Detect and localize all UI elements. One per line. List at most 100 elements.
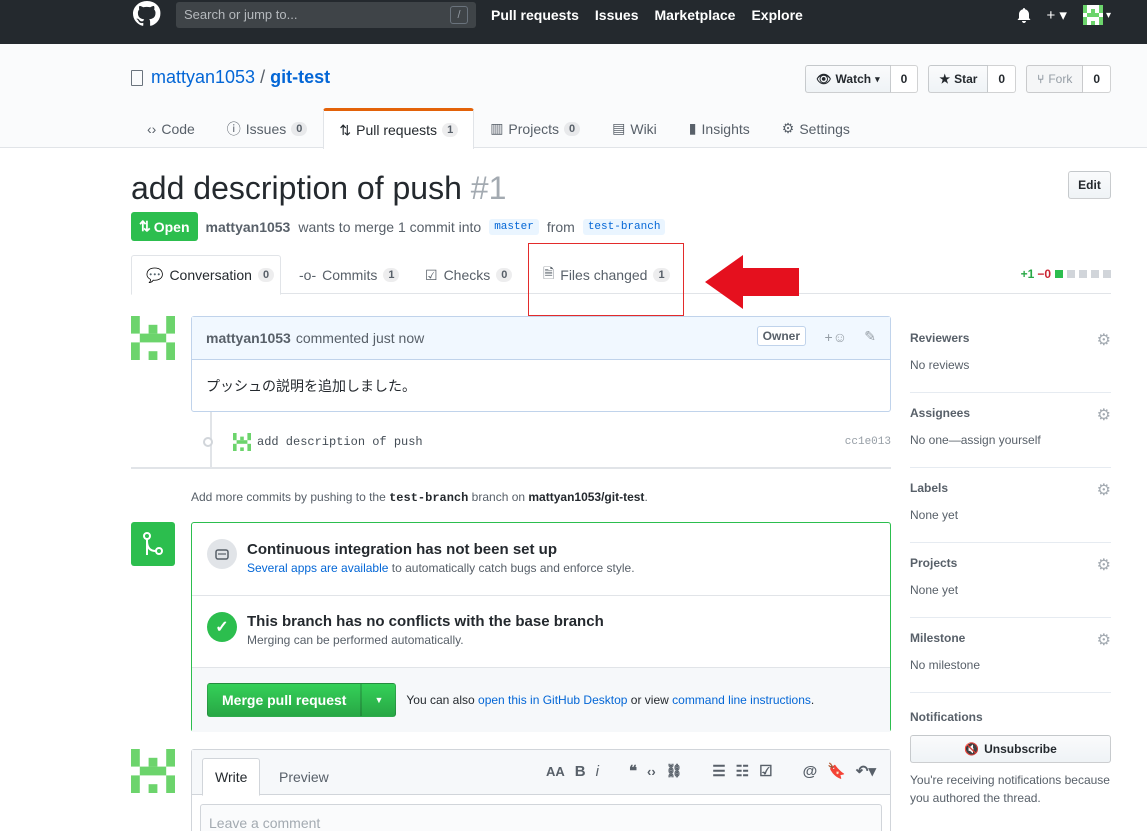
- merge-method-dropdown[interactable]: ▼: [361, 683, 397, 717]
- sidebar-value: No milestone: [910, 658, 981, 672]
- fork-count[interactable]: 0: [1083, 65, 1111, 93]
- diff-deletions: −0: [1037, 267, 1051, 281]
- nav-marketplace[interactable]: Marketplace: [655, 7, 736, 23]
- commit-sha-link[interactable]: cc1e013: [845, 436, 891, 448]
- unsubscribe-button[interactable]: 🔇 Unsubscribe: [910, 735, 1111, 763]
- new-comment-box: Write Preview AA B i ❝ ‹› ⛓ ☰ ☷ ☑ @ 🔖 ↶▾…: [191, 749, 891, 831]
- command-line-link[interactable]: command line instructions: [672, 693, 811, 707]
- tab-commits[interactable]: -o- Commits 1: [299, 255, 400, 295]
- user-menu[interactable]: ▾: [1082, 5, 1111, 25]
- status-badge: ⇅ Open: [131, 212, 198, 241]
- nav-pull-requests[interactable]: Pull requests: [491, 7, 579, 23]
- repo-owner-link[interactable]: mattyan1053: [151, 67, 255, 88]
- bell-icon[interactable]: [1017, 7, 1031, 23]
- book-icon: ▤: [612, 120, 626, 136]
- text: .: [644, 490, 648, 504]
- diffstat: +1 −0: [1021, 267, 1111, 281]
- head-branch[interactable]: test-branch: [582, 218, 666, 235]
- commit-icon: [203, 437, 213, 447]
- sidebar-heading: Notifications: [910, 710, 983, 724]
- sidebar-item-milestone: Milestone No milestone ⚙: [910, 618, 1111, 693]
- comment-header: mattyan1053 commented just now Owner +☺ …: [192, 317, 890, 360]
- merge-pull-request-button[interactable]: Merge pull request: [207, 683, 362, 717]
- fork-group: ⑂ Fork 0: [1026, 65, 1111, 93]
- project-icon: ▥: [490, 120, 504, 136]
- nav-issues[interactable]: Issues: [595, 7, 639, 23]
- github-desktop-link[interactable]: open this in GitHub Desktop: [478, 693, 627, 707]
- ordered-list-icon[interactable]: ☷: [736, 762, 749, 780]
- bold-icon[interactable]: B: [575, 763, 586, 780]
- tab-settings[interactable]: ⚙ Settings: [766, 108, 866, 148]
- ci-apps-link[interactable]: Several apps are available: [247, 561, 388, 575]
- gear-icon[interactable]: ⚙: [1097, 630, 1111, 650]
- comment: mattyan1053 commented just now Owner +☺ …: [191, 316, 891, 412]
- sidebar-heading: Labels: [910, 481, 949, 495]
- pr-author-link[interactable]: mattyan1053: [206, 219, 291, 235]
- task-list-icon[interactable]: ☑: [759, 762, 772, 780]
- github-logo-icon[interactable]: [131, 0, 163, 28]
- merge-footer: Merge pull request ▼ You can also open t…: [192, 668, 890, 732]
- fork-button[interactable]: ⑂ Fork: [1026, 65, 1084, 93]
- annotation-arrow-icon: [705, 255, 799, 309]
- sidebar: Reviewers No reviews ⚙ Assignees No one—…: [910, 318, 1111, 807]
- diff-additions: +1: [1020, 267, 1035, 281]
- comment-textarea[interactable]: Leave a comment: [200, 804, 882, 831]
- search-input[interactable]: Search or jump to... /: [176, 2, 476, 28]
- nav-explore[interactable]: Explore: [751, 7, 802, 23]
- unsubscribe-label: Unsubscribe: [984, 742, 1057, 756]
- tab-preview[interactable]: Preview: [267, 758, 341, 796]
- global-nav: Pull requests Issues Marketplace Explore: [491, 7, 803, 23]
- avatar[interactable]: [131, 316, 175, 360]
- tab-write[interactable]: Write: [202, 758, 261, 796]
- unordered-list-icon[interactable]: ☰: [712, 762, 725, 780]
- tab-checks[interactable]: ☑ Checks 0: [425, 255, 513, 295]
- sidebar-heading: Projects: [910, 556, 958, 570]
- star-count[interactable]: 0: [988, 65, 1017, 93]
- edit-button[interactable]: Edit: [1068, 171, 1111, 199]
- timeline-divider: [131, 467, 891, 469]
- tab-issues[interactable]: ⓘ Issues 0: [211, 108, 324, 148]
- link-icon[interactable]: ⛓: [666, 763, 683, 779]
- plus-dropdown-icon[interactable]: + ▾: [1047, 6, 1067, 24]
- tab-wiki[interactable]: ▤ Wiki: [596, 108, 673, 148]
- repo-name: mattyan1053/git-test: [528, 490, 645, 504]
- header-icon[interactable]: AA: [546, 764, 565, 779]
- base-branch[interactable]: master: [489, 218, 539, 235]
- tab-conversation[interactable]: 💬 Conversation 0: [131, 255, 281, 295]
- star-button[interactable]: ★ Star: [928, 65, 989, 93]
- quote-icon[interactable]: ❝: [629, 762, 637, 780]
- italic-icon[interactable]: i: [596, 763, 599, 780]
- gear-icon[interactable]: ⚙: [1097, 480, 1111, 500]
- commit-message-link[interactable]: add description of push: [257, 435, 423, 449]
- chevron-down-icon: ▾: [875, 73, 880, 84]
- ci-title: Continuous integration has not been set …: [247, 541, 557, 558]
- bookmark-icon[interactable]: 🔖: [827, 762, 846, 780]
- gear-icon[interactable]: ⚙: [1097, 330, 1111, 350]
- add-reaction-icon[interactable]: +☺: [825, 329, 847, 345]
- avatar[interactable]: [131, 749, 175, 793]
- tab-code[interactable]: ‹› Code: [131, 108, 211, 148]
- search-placeholder: Search or jump to...: [184, 7, 298, 22]
- tab-label: Settings: [799, 120, 850, 137]
- code-icon[interactable]: ‹›: [647, 764, 656, 779]
- watch-button[interactable]: 👁 Watch ▾: [805, 65, 891, 93]
- add-more-commits-text: Add more commits by pushing to the test-…: [191, 490, 648, 505]
- tab-insights[interactable]: ▮ Insights: [673, 108, 766, 148]
- identicon-icon: [131, 316, 175, 360]
- gear-icon[interactable]: ⚙: [1097, 405, 1111, 425]
- tab-pull-requests[interactable]: ⇅ Pull requests 1: [323, 108, 475, 149]
- repo-name-link[interactable]: git-test: [270, 67, 330, 88]
- pencil-icon[interactable]: ✎: [864, 328, 876, 345]
- tab-label: Issues: [245, 120, 287, 137]
- commit-row: add description of push cc1e013: [203, 430, 891, 454]
- watch-count[interactable]: 0: [890, 65, 919, 93]
- gear-icon[interactable]: ⚙: [1097, 555, 1111, 575]
- sidebar-value[interactable]: No one—assign yourself: [910, 433, 1111, 447]
- diffstat-block: [1055, 270, 1063, 278]
- mention-icon[interactable]: @: [803, 763, 818, 780]
- identicon-icon: [1082, 5, 1103, 25]
- comment-author-link[interactable]: mattyan1053: [206, 330, 291, 346]
- reply-icon[interactable]: ↶▾: [856, 762, 876, 780]
- tab-projects[interactable]: ▥ Projects 0: [474, 108, 596, 148]
- tab-label: Wiki: [630, 120, 657, 137]
